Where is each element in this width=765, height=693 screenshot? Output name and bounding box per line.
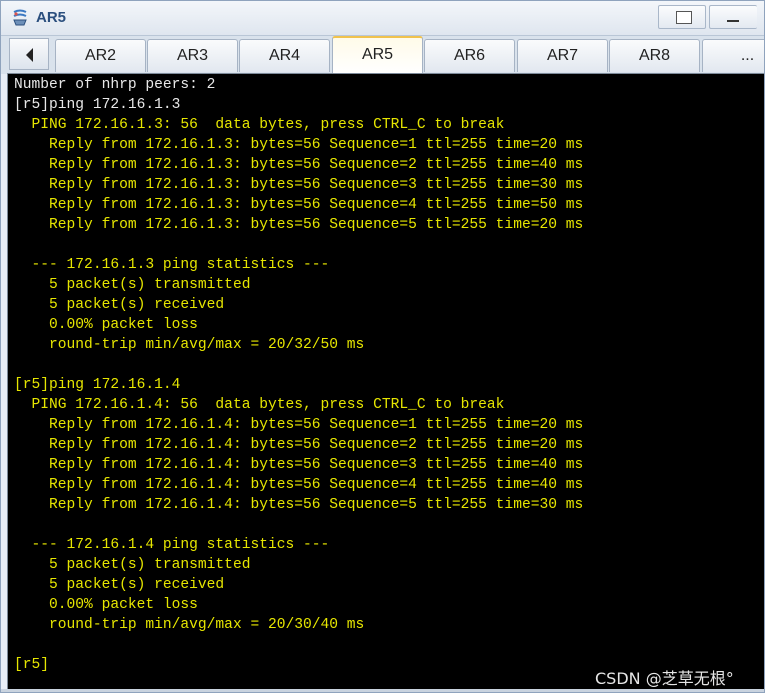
- tab-ar5[interactable]: AR5: [332, 36, 423, 73]
- terminal-line: Number of nhrp peers: 2: [14, 77, 216, 93]
- tab-scroll-left-button[interactable]: [9, 38, 49, 70]
- terminal-output[interactable]: Number of nhrp peers: 2 [r5]ping 172.16.1…: [7, 73, 764, 689]
- terminal-line: Reply from 172.16.1.3: bytes=56 Sequence…: [14, 137, 584, 153]
- watermark-text: CSDN @芝草无根°: [595, 669, 734, 688]
- terminal-line: Reply from 172.16.1.3: bytes=56 Sequence…: [14, 177, 584, 193]
- terminal-line: PING 172.16.1.3: 56 data bytes, press CT…: [14, 117, 505, 133]
- terminal-line: Reply from 172.16.1.3: bytes=56 Sequence…: [14, 217, 584, 233]
- tab-more[interactable]: ...: [702, 39, 764, 72]
- device-tab-bar: AR2 AR3 AR4 AR5 AR6 AR7 AR8...: [1, 35, 764, 74]
- title-bar[interactable]: AR5: [1, 1, 764, 35]
- window-bottom-border: [1, 689, 764, 692]
- terminal-line: Reply from 172.16.1.3: bytes=56 Sequence…: [14, 157, 584, 173]
- terminal-line: PING 172.16.1.4: 56 data bytes, press CT…: [14, 397, 505, 413]
- tab-ar2[interactable]: AR2: [55, 39, 146, 72]
- window-title: AR5: [36, 9, 67, 26]
- minimize-icon: [727, 20, 739, 22]
- minimize-button[interactable]: [709, 5, 757, 29]
- terminal-line: Reply from 172.16.1.4: bytes=56 Sequence…: [14, 417, 584, 433]
- terminal-line: --- 172.16.1.4 ping statistics ---: [14, 537, 330, 553]
- tab-ar8[interactable]: AR8: [609, 39, 700, 72]
- terminal-line: round-trip min/avg/max = 20/32/50 ms: [14, 337, 365, 353]
- terminal-line: [r5]: [14, 657, 50, 673]
- terminal-line: 0.00% packet loss: [14, 317, 198, 333]
- terminal-line: [r5]ping 172.16.1.4: [14, 377, 181, 393]
- tab-ar7[interactable]: AR7: [517, 39, 608, 72]
- triangle-left-icon: [26, 48, 33, 62]
- terminal-line: 5 packet(s) transmitted: [14, 557, 251, 573]
- terminal-window: AR5 AR2 AR3 AR4 AR5 AR6 AR7 AR8... Number of n…: [0, 0, 765, 693]
- terminal-line: --- 172.16.1.3 ping statistics ---: [14, 257, 330, 273]
- tab-ar3[interactable]: AR3: [147, 39, 238, 72]
- terminal-line: 5 packet(s) received: [14, 297, 225, 313]
- terminal-line: 5 packet(s) received: [14, 577, 225, 593]
- terminal-line: 5 packet(s) transmitted: [14, 277, 251, 293]
- network-device-icon: [13, 9, 27, 26]
- terminal-line: 0.00% packet loss: [14, 597, 198, 613]
- terminal-line: Reply from 172.16.1.4: bytes=56 Sequence…: [14, 457, 584, 473]
- restore-window-icon: [676, 11, 692, 24]
- restore-button[interactable]: [658, 5, 706, 29]
- terminal-line: Reply from 172.16.1.4: bytes=56 Sequence…: [14, 497, 584, 513]
- tab-ar4[interactable]: AR4: [239, 39, 330, 72]
- terminal-line: round-trip min/avg/max = 20/30/40 ms: [14, 617, 365, 633]
- terminal-line: Reply from 172.16.1.4: bytes=56 Sequence…: [14, 437, 584, 453]
- terminal-line: [r5]ping 172.16.1.3: [14, 97, 181, 113]
- tab-ar6[interactable]: AR6: [424, 39, 515, 72]
- terminal-line: Reply from 172.16.1.4: bytes=56 Sequence…: [14, 477, 584, 493]
- terminal-line: Reply from 172.16.1.3: bytes=56 Sequence…: [14, 197, 584, 213]
